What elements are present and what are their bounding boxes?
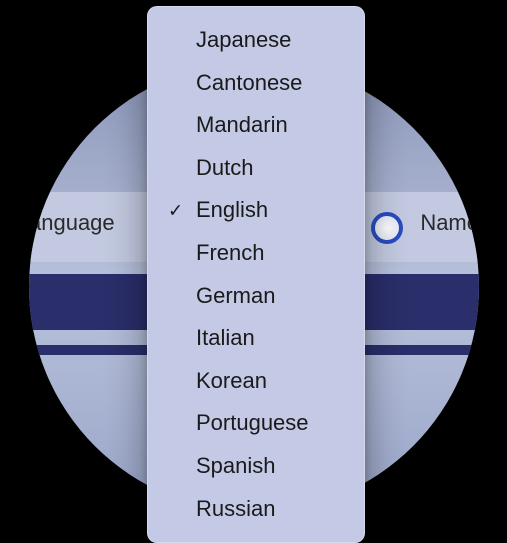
language-option-label: Mandarin bbox=[196, 112, 288, 137]
language-option[interactable]: ✓Cantonese bbox=[148, 62, 364, 105]
language-option-label: Russian bbox=[196, 496, 275, 521]
language-option[interactable]: ✓German bbox=[148, 275, 364, 318]
language-option[interactable]: ✓Spanish bbox=[148, 445, 364, 488]
language-option[interactable]: ✓Mandarin bbox=[148, 104, 364, 147]
name-column-label: Name bbox=[420, 210, 479, 236]
language-column-label: anguage bbox=[29, 210, 115, 236]
language-dropdown-menu[interactable]: ✓Japanese✓Cantonese✓Mandarin✓Dutch ✓ Engli… bbox=[147, 6, 365, 543]
radio-indicator[interactable] bbox=[371, 212, 403, 244]
language-option[interactable]: ✓Russian bbox=[148, 488, 364, 531]
language-option-label: German bbox=[196, 283, 275, 308]
language-option[interactable]: ✓Japanese bbox=[148, 19, 364, 62]
language-option[interactable]: ✓ English bbox=[148, 189, 364, 232]
check-icon: ✓ bbox=[168, 199, 183, 222]
language-option-label: English bbox=[196, 197, 268, 222]
language-option-label: Cantonese bbox=[196, 70, 302, 95]
language-option[interactable]: ✓Korean bbox=[148, 360, 364, 403]
language-option[interactable]: ✓French bbox=[148, 232, 364, 275]
language-option[interactable]: ✓Portuguese bbox=[148, 402, 364, 445]
language-option-label: Japanese bbox=[196, 27, 291, 52]
language-option-label: Italian bbox=[196, 325, 255, 350]
language-option-label: Portuguese bbox=[196, 410, 309, 435]
language-option-label: Dutch bbox=[196, 155, 253, 180]
language-option-label: French bbox=[196, 240, 264, 265]
language-option[interactable]: ✓Dutch bbox=[148, 147, 364, 190]
language-option-label: Spanish bbox=[196, 453, 276, 478]
language-option[interactable]: ✓Italian bbox=[148, 317, 364, 360]
language-option-label: Korean bbox=[196, 368, 267, 393]
